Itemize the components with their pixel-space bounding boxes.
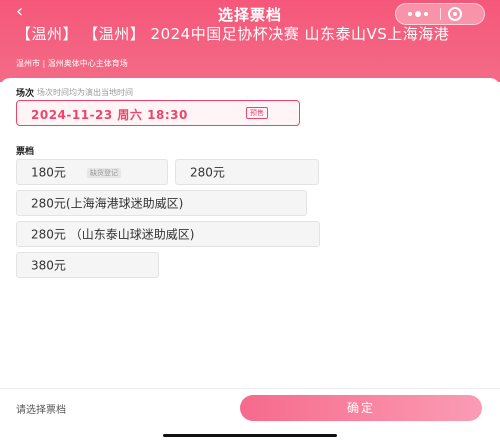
ticket-option-380[interactable]: 380元 [16, 252, 159, 278]
more-icon[interactable] [396, 4, 440, 24]
ticket-option-180[interactable]: 180元 缺货登记 [16, 159, 168, 185]
home-indicator [163, 434, 337, 437]
close-circle-icon[interactable] [448, 7, 462, 21]
ticket-price: 280元 [190, 165, 225, 180]
ticket-tier-label: 票档 [16, 147, 35, 157]
page-header: ‹ 选择票档 【温州】 【温州】 2024中国足协杯决赛 山东泰山VS上海海港 … [0, 0, 500, 82]
selection-hint: 请选择票档 [16, 405, 66, 416]
ticket-price: 280元 （山东泰山球迷助威区) [31, 227, 195, 242]
event-venue: 温州市 | 温州奥体中心主体育场 [16, 59, 128, 68]
mini-program-capsule [395, 3, 485, 25]
waitlist-tag: 缺货登记 [87, 168, 121, 178]
ticket-option-280-shandong[interactable]: 280元 （山东泰山球迷助威区) [16, 221, 320, 247]
session-datetime: 2024-11-23 周六 18:30 [31, 108, 188, 122]
session-option-selected[interactable]: 2024-11-23 周六 18:30 预售 [16, 100, 300, 126]
confirm-button[interactable]: 确定 [240, 395, 482, 421]
nav-bar: ‹ 选择票档 [0, 0, 500, 26]
capsule-divider [440, 8, 441, 20]
event-title: 【温州】 【温州】 2024中国足协杯决赛 山东泰山VS上海海港 [16, 25, 450, 43]
ticket-price: 180元 [31, 165, 66, 180]
ticket-price: 280元(上海海港球迷助威区) [31, 196, 184, 211]
presale-badge: 预售 [246, 107, 268, 119]
ticket-price: 380元 [31, 258, 66, 273]
session-label: 场次 [16, 89, 35, 99]
ticket-option-280-shanghai[interactable]: 280元(上海海港球迷助威区) [16, 190, 307, 216]
selection-card: 场次 场次时间均为演出当地时间 2024-11-23 周六 18:30 预售 票… [0, 78, 500, 440]
ticket-option-280[interactable]: 280元 [175, 159, 319, 185]
session-hint: 场次时间均为演出当地时间 [37, 88, 133, 97]
